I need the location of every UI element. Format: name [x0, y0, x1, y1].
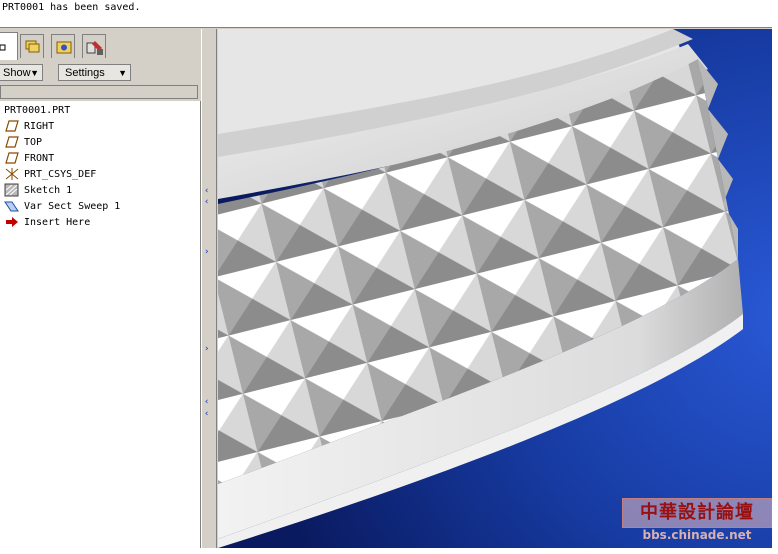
- sweep-icon: [4, 201, 19, 212]
- tree-root-item[interactable]: PRT0001.PRT: [4, 103, 70, 119]
- chevron-down-icon: ▼: [30, 68, 39, 78]
- screenshot-margin-right: [772, 0, 778, 554]
- tab-favorites[interactable]: [51, 34, 75, 58]
- collapse-left-icon[interactable]: ‹: [204, 186, 209, 196]
- expand-right-icon[interactable]: ›: [204, 247, 209, 257]
- tree-column-header[interactable]: [0, 85, 198, 99]
- chevron-down-icon: ▼: [118, 68, 127, 78]
- tree-item-insert-here[interactable]: Insert Here: [4, 215, 90, 231]
- graphics-viewport[interactable]: [218, 29, 772, 548]
- watermark-url: bbs.chinade.net: [642, 528, 752, 542]
- tree-item-label: FRONT: [24, 153, 55, 164]
- insert-arrow-icon: [6, 217, 18, 227]
- show-menu-button[interactable]: Show ▼: [0, 64, 43, 81]
- tree-item-front[interactable]: FRONT: [4, 151, 54, 167]
- connections-icon: [86, 41, 103, 55]
- tree-item-csys[interactable]: PRT_CSYS_DEF: [4, 167, 96, 183]
- navigator-splitter[interactable]: ‹ ‹ › › ‹ ‹: [201, 29, 217, 548]
- sketch-icon: [4, 183, 19, 197]
- navigator-toolbar: Show ▼ Settings ▼: [0, 62, 200, 84]
- tree-item-label: PRT_CSYS_DEF: [24, 169, 97, 180]
- forum-watermark: 中華設計論壇 bbs.chinade.net: [622, 498, 772, 546]
- navigator-tabs: [0, 32, 200, 60]
- watermark-title: 中華設計論壇: [622, 498, 772, 528]
- folder-layers-icon: [25, 40, 40, 53]
- tree-item-label: Var Sect Sweep 1: [24, 201, 121, 212]
- coordinate-system-icon: [5, 168, 19, 180]
- tree-item-label: Insert Here: [24, 217, 91, 228]
- collapse-left-icon[interactable]: ‹: [204, 409, 209, 419]
- message-area: PRT0001 has been saved.: [0, 0, 772, 29]
- tree-item-sketch[interactable]: Sketch 1: [4, 183, 72, 199]
- screenshot-margin-bottom: [0, 548, 778, 554]
- tree-item-label: TOP: [24, 137, 43, 148]
- tree-item-label: RIGHT: [24, 121, 55, 132]
- expand-right-icon[interactable]: ›: [204, 344, 209, 354]
- app-window: PRT0001 has been saved. Show ▼ Settings …: [0, 0, 772, 548]
- status-message: PRT0001 has been saved.: [2, 2, 141, 13]
- datum-plane-icon: [5, 152, 19, 164]
- tree-root-label: PRT0001.PRT: [4, 105, 71, 116]
- tab-model-tree[interactable]: [0, 32, 18, 60]
- settings-menu-label: Settings: [65, 67, 105, 79]
- tree-item-right[interactable]: RIGHT: [4, 119, 54, 135]
- model-tree: PRT0001.PRT RIGHT TOP FRONT PRT_CSYS_DEF…: [0, 101, 201, 548]
- settings-menu-button[interactable]: Settings ▼: [58, 64, 131, 81]
- 3d-model-render[interactable]: [218, 29, 772, 548]
- model-tree-icon: [0, 44, 6, 51]
- datum-plane-icon: [5, 136, 19, 148]
- tree-item-label: Sketch 1: [24, 185, 73, 196]
- collapse-left-icon[interactable]: ‹: [204, 397, 209, 407]
- tab-layers[interactable]: [20, 34, 44, 58]
- show-menu-label: Show: [3, 67, 31, 79]
- favorites-folder-icon: [56, 41, 72, 54]
- datum-plane-icon: [5, 120, 19, 132]
- tree-item-sweep[interactable]: Var Sect Sweep 1: [4, 199, 120, 215]
- tab-connections[interactable]: [82, 34, 106, 58]
- tree-item-top[interactable]: TOP: [4, 135, 42, 151]
- collapse-left-icon[interactable]: ‹: [204, 197, 209, 207]
